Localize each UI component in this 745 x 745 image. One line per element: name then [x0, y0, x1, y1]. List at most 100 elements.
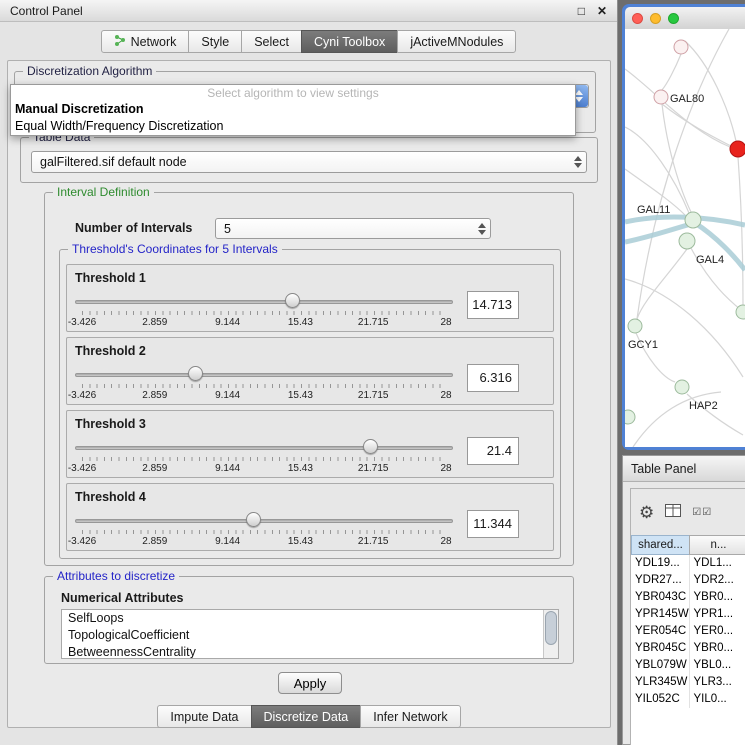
table-row[interactable]: YDL19...YDL1... — [631, 555, 745, 572]
table-cell[interactable]: YBR0... — [690, 589, 745, 606]
threshold-2-value-field[interactable]: 6.316 — [467, 364, 519, 392]
close-traffic-light-icon[interactable] — [632, 13, 643, 24]
attribute-list-item[interactable]: TopologicalCoefficient — [62, 627, 558, 644]
table-cell[interactable]: YBL079W — [631, 657, 690, 674]
scrollbar-thumb[interactable] — [545, 611, 557, 645]
attribute-list-item[interactable]: SelfLoops — [62, 610, 558, 627]
table-row[interactable]: YIL052CYIL0... — [631, 691, 745, 708]
close-icon[interactable]: ✕ — [597, 5, 607, 17]
table-cell[interactable]: YDR2... — [690, 572, 745, 589]
tab-jactivemnodules[interactable]: jActiveMNodules — [397, 30, 516, 53]
table-cell[interactable]: YBR043C — [631, 589, 690, 606]
table-row[interactable]: YPR145WYPR1... — [631, 606, 745, 623]
slider-tick-labels: -3.4262.8599.14415.4321.71528 — [82, 463, 446, 475]
tab-label: Network — [131, 35, 177, 49]
table-row[interactable]: YER054CYER0... — [631, 623, 745, 640]
zoom-traffic-light-icon[interactable] — [668, 13, 679, 24]
threshold-3-slider[interactable]: -3.4262.8599.14415.4321.71528 — [75, 437, 453, 477]
threshold-4-value-field[interactable]: 11.344 — [467, 510, 519, 538]
select-columns-icon[interactable]: ☑☑ — [692, 507, 712, 518]
column-header-name[interactable]: n... — [689, 535, 745, 555]
combo-stepper-icon — [478, 219, 486, 238]
dropdown-option-equal-width[interactable]: Equal Width/Frequency Discretization — [11, 118, 575, 135]
network-node-label: GCY1 — [628, 339, 658, 351]
slider-tick-label: 21.715 — [358, 536, 389, 547]
threshold-2-slider[interactable]: -3.4262.8599.14415.4321.71528 — [75, 364, 453, 404]
slider-thumb[interactable] — [363, 439, 378, 454]
table-row[interactable]: YBR045CYBR0... — [631, 640, 745, 657]
table-cell[interactable]: YLR3... — [690, 674, 745, 691]
tab-label: Cyni Toolbox — [314, 35, 385, 49]
tab-label: Infer Network — [373, 710, 447, 724]
network-node[interactable] — [675, 380, 689, 394]
table-row[interactable]: YBL079WYBL0... — [631, 657, 745, 674]
network-node[interactable] — [685, 212, 701, 228]
network-node[interactable] — [736, 305, 745, 319]
tab-impute-data[interactable]: Impute Data — [157, 705, 251, 728]
control-panel-window: Control Panel □ ✕ Network Style Select C… — [0, 0, 618, 745]
table-cell[interactable]: YDL19... — [631, 555, 690, 572]
table-cell[interactable]: YIL052C — [631, 691, 690, 708]
network-node[interactable] — [628, 319, 642, 333]
table-cell[interactable]: YIL0... — [690, 691, 745, 708]
slider-thumb[interactable] — [285, 293, 300, 308]
table-data-select[interactable]: galFiltered.sif default node — [31, 151, 587, 173]
network-canvas[interactable]: GAL80GAL11GAL4GCY1HAP2 — [625, 29, 745, 447]
tab-style[interactable]: Style — [188, 30, 242, 53]
table-row[interactable]: YBR043CYBR0... — [631, 589, 745, 606]
minimize-traffic-light-icon[interactable] — [650, 13, 661, 24]
network-window-titlebar[interactable] — [625, 7, 745, 29]
table-panel-title: Table Panel — [631, 462, 696, 476]
table-row[interactable]: YDR27...YDR2... — [631, 572, 745, 589]
table-cell[interactable]: YER054C — [631, 623, 690, 640]
table-cell[interactable]: YBR0... — [690, 640, 745, 657]
table-cell[interactable]: YDL1... — [690, 555, 745, 572]
slider-tick-label: 9.144 — [215, 463, 240, 474]
threshold-3-value-field[interactable]: 21.4 — [467, 437, 519, 465]
apply-button[interactable]: Apply — [278, 672, 342, 694]
column-header-shared-name[interactable]: shared... — [631, 535, 690, 555]
table-cell[interactable]: YLR345W — [631, 674, 690, 691]
number-of-intervals-select[interactable]: 5 — [215, 218, 491, 239]
table-cell[interactable]: YDR27... — [631, 572, 690, 589]
attributes-list-scrollbar[interactable] — [543, 610, 558, 658]
dropdown-prompt: Select algorithm to view settings — [11, 85, 575, 101]
table-cell[interactable]: YPR145W — [631, 606, 690, 623]
slider-thumb[interactable] — [188, 366, 203, 381]
bottom-tabbar: Impute Data Discretize Data Infer Networ… — [8, 705, 610, 728]
slider-tick-label: 15.43 — [288, 463, 313, 474]
threshold-1-value-field[interactable]: 14.713 — [467, 291, 519, 319]
network-node[interactable] — [730, 141, 745, 157]
attribute-items: SelfLoopsTopologicalCoefficientBetweenne… — [62, 610, 558, 659]
tab-network[interactable]: Network — [101, 30, 190, 53]
network-node[interactable] — [674, 40, 688, 54]
network-node[interactable] — [654, 90, 668, 104]
gear-icon[interactable]: ⚙ — [639, 504, 654, 521]
slider-tick-label: 15.43 — [288, 317, 313, 328]
network-node[interactable] — [625, 410, 635, 424]
tab-select[interactable]: Select — [241, 30, 302, 53]
threshold-3-panel: Threshold 3 -3.4262.8599.14415.4321.7152… — [66, 410, 554, 478]
float-window-icon[interactable]: □ — [578, 5, 585, 17]
tab-infer-network[interactable]: Infer Network — [360, 705, 460, 728]
threshold-4-slider[interactable]: -3.4262.8599.14415.4321.71528 — [75, 510, 453, 550]
slider-tick-label: 9.144 — [215, 390, 240, 401]
table-cell[interactable]: YER0... — [690, 623, 745, 640]
network-view-window: GAL80GAL11GAL4GCY1HAP2 — [622, 4, 745, 450]
tab-cyni-toolbox[interactable]: Cyni Toolbox — [301, 30, 398, 53]
attribute-list-item[interactable]: BetweennessCentrality — [62, 644, 558, 659]
network-node[interactable] — [679, 233, 695, 249]
slider-thumb[interactable] — [246, 512, 261, 527]
dropdown-option-manual-discretization[interactable]: Manual Discretization — [11, 101, 575, 118]
table-cell[interactable]: YPR1... — [690, 606, 745, 623]
table-cell[interactable]: YBL0... — [690, 657, 745, 674]
slider-tick-labels: -3.4262.8599.14415.4321.71528 — [82, 536, 446, 548]
table-cell[interactable]: YBR045C — [631, 640, 690, 657]
numerical-attributes-list[interactable]: SelfLoopsTopologicalCoefficientBetweenne… — [61, 609, 559, 659]
tab-discretize-data[interactable]: Discretize Data — [251, 705, 362, 728]
threshold-1-slider[interactable]: -3.4262.8599.14415.4321.71528 — [75, 291, 453, 331]
slider-tick-label: 15.43 — [288, 390, 313, 401]
table-row[interactable]: YLR345WYLR3... — [631, 674, 745, 691]
show-columns-icon[interactable] — [665, 504, 681, 520]
slider-tick-label: 21.715 — [358, 390, 389, 401]
